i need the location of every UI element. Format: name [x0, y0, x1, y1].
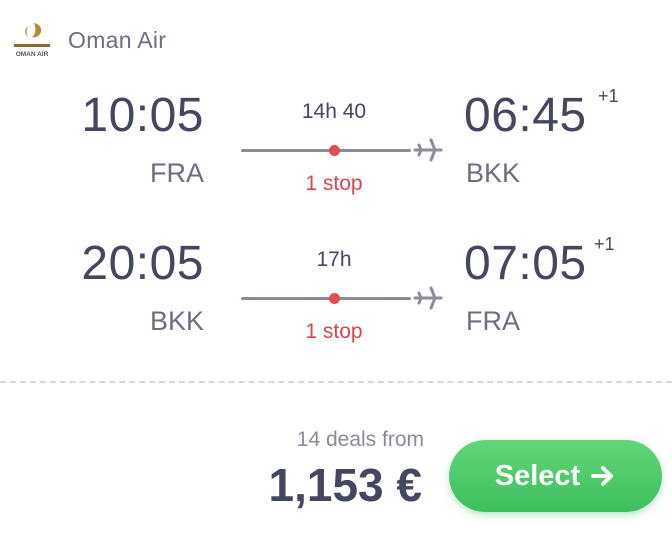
arrow-right-icon [591, 466, 614, 486]
outbound-leg[interactable]: 10:05 FRA 14h 40 1 stop 06:45 +1 BKK [0, 86, 672, 208]
dashed-divider [0, 381, 672, 383]
stops-count: 1 stop [305, 172, 363, 195]
departure-airport-code: FRA [150, 158, 204, 188]
plane-icon [413, 138, 443, 162]
arrival-time: 06:45 [464, 89, 587, 142]
select-button[interactable]: Select [449, 440, 662, 512]
price: 1,153 € [268, 459, 422, 511]
route-line [241, 149, 411, 152]
svg-text:OMAN AIR: OMAN AIR [16, 51, 49, 58]
departure-time: 10:05 [81, 89, 204, 142]
airline-header: OMAN AIR Oman Air [10, 20, 166, 60]
arrival-airport-code: FRA [466, 306, 520, 336]
flight-duration: 14h 40 [301, 100, 367, 123]
plane-icon [413, 286, 443, 310]
airline-name: Oman Air [68, 26, 167, 53]
flight-duration: 17h [316, 248, 352, 271]
stop-dot [329, 293, 340, 304]
return-leg[interactable]: 20:05 BKK 17h 1 stop 07:05 +1 FRA [0, 234, 672, 356]
departure-time: 20:05 [81, 237, 204, 290]
arrival-airport-code: BKK [466, 158, 521, 188]
oman-air-logo-icon: OMAN AIR [10, 20, 54, 60]
arrival-time: 07:05 [464, 237, 587, 290]
route-line [241, 297, 411, 300]
day-offset: +1 [594, 234, 615, 254]
departure-airport-code: BKK [149, 306, 204, 336]
stop-dot [329, 145, 340, 156]
select-button-label: Select [494, 459, 581, 492]
day-offset: +1 [598, 86, 619, 106]
deals-count: 14 deals from [296, 428, 424, 451]
stops-count: 1 stop [305, 320, 363, 343]
